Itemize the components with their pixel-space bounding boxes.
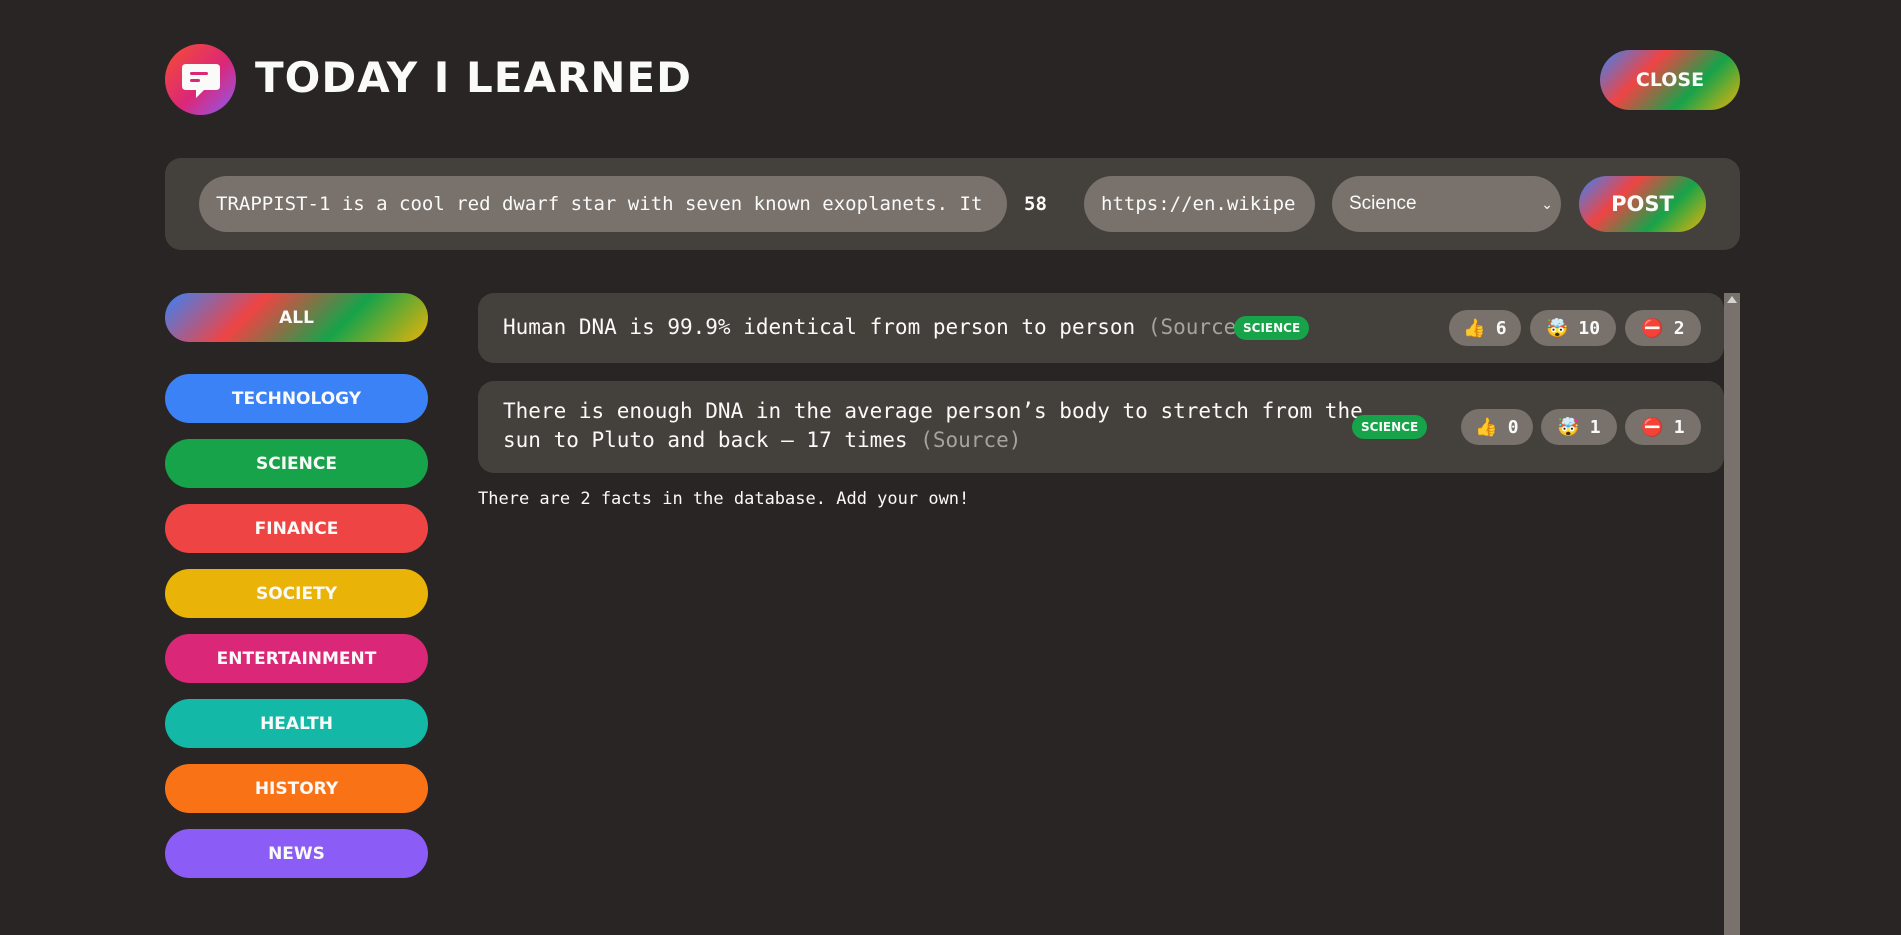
- vote-false-button[interactable]: ⛔ 1: [1625, 409, 1701, 445]
- speech-bubble-icon: [182, 64, 220, 98]
- mind-blown-icon: 🤯: [1545, 317, 1569, 339]
- vote-count: 1: [1589, 416, 1601, 438]
- source-input[interactable]: https://en.wikipe: [1084, 176, 1315, 232]
- vote-count: 10: [1578, 317, 1601, 339]
- vote-interesting-button[interactable]: 👍 0: [1461, 409, 1533, 445]
- fact-text-line: There is enough DNA in the average perso…: [503, 399, 1363, 423]
- fact-category-tag: Science: [1352, 415, 1428, 439]
- thumbs-up-icon: 👍: [1475, 416, 1498, 438]
- fact-category-tag: Science: [1234, 316, 1310, 340]
- category-all-button[interactable]: All: [165, 293, 428, 342]
- vote-count: 1: [1673, 416, 1685, 438]
- vote-count: 0: [1507, 416, 1519, 438]
- category-select[interactable]: Science ⌄: [1332, 176, 1561, 232]
- fact-text-content: Human DNA is 99.9% identical from person…: [503, 315, 1136, 339]
- category-entertainment-button[interactable]: Entertainment: [165, 634, 428, 683]
- close-button[interactable]: Close: [1600, 50, 1740, 110]
- category-finance-button[interactable]: Finance: [165, 504, 428, 553]
- character-count: 58: [1024, 193, 1047, 215]
- vote-count: 2: [1673, 317, 1685, 339]
- category-news-button[interactable]: News: [165, 829, 428, 878]
- header: Today I Learned Close: [165, 44, 1740, 116]
- logo: [165, 44, 236, 115]
- scrollbar[interactable]: [1724, 293, 1740, 935]
- no-entry-icon: ⛔: [1641, 317, 1664, 339]
- category-society-button[interactable]: Society: [165, 569, 428, 618]
- category-select-value: Science: [1349, 193, 1417, 214]
- category-science-button[interactable]: Science: [165, 439, 428, 488]
- vote-mindblowing-button[interactable]: 🤯 1: [1541, 409, 1617, 445]
- vote-count: 6: [1495, 317, 1507, 339]
- fact-item: There is enough DNA in the average perso…: [478, 381, 1724, 473]
- category-history-button[interactable]: History: [165, 764, 428, 813]
- fact-input[interactable]: TRAPPIST-1 is a cool red dwarf star with…: [199, 176, 1007, 232]
- vote-false-button[interactable]: ⛔ 2: [1625, 310, 1701, 346]
- category-health-button[interactable]: Health: [165, 699, 428, 748]
- vote-mindblowing-button[interactable]: 🤯 10: [1530, 310, 1616, 346]
- category-technology-button[interactable]: Technology: [165, 374, 428, 423]
- fact-text: Human DNA is 99.9% identical from person…: [503, 313, 1249, 342]
- fact-item: Human DNA is 99.9% identical from person…: [478, 293, 1724, 363]
- post-button[interactable]: Post: [1579, 176, 1706, 232]
- scroll-up-arrow-icon[interactable]: [1727, 296, 1737, 303]
- fact-text-line: sun to Pluto and back — 17 times: [503, 428, 908, 452]
- fact-form: TRAPPIST-1 is a cool red dwarf star with…: [165, 158, 1740, 250]
- thumbs-up-icon: 👍: [1463, 317, 1486, 339]
- fact-text: There is enough DNA in the average perso…: [503, 397, 1363, 455]
- facts-count-message: There are 2 facts in the database. Add y…: [478, 489, 970, 509]
- mind-blown-icon: 🤯: [1557, 416, 1580, 438]
- app-container: Today I Learned Close TRAPPIST-1 is a co…: [165, 0, 1740, 935]
- page-title: Today I Learned: [255, 53, 692, 102]
- vote-interesting-button[interactable]: 👍 6: [1449, 310, 1521, 346]
- fact-source-link[interactable]: (Source): [920, 428, 1021, 452]
- chevron-down-icon: ⌄: [1541, 196, 1553, 212]
- facts-list: Human DNA is 99.9% identical from person…: [478, 293, 1740, 935]
- no-entry-icon: ⛔: [1641, 416, 1664, 438]
